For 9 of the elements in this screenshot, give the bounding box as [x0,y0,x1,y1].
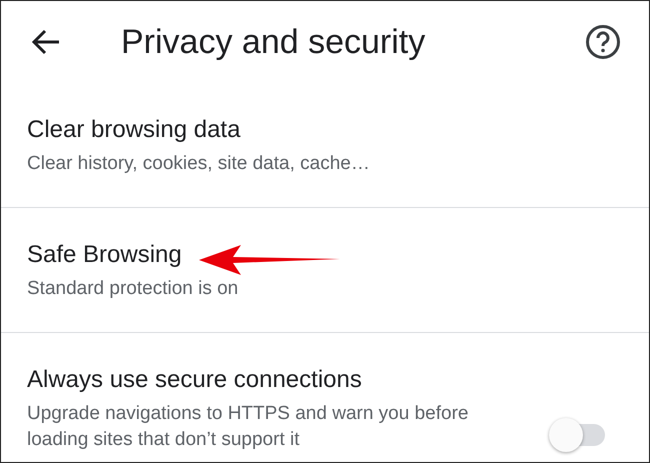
help-icon[interactable] [585,24,621,60]
setting-title[interactable]: Always use secure connections [27,365,547,395]
setting-title[interactable]: Clear browsing data [27,115,623,145]
setting-description: Upgrade navigations to HTTPS and warn you before loading sites that don’t support it [27,402,470,452]
setting-description: Clear history, cookies, site data, cache… [27,152,371,176]
page-title: Privacy and security [121,22,426,62]
setting-title[interactable]: Safe Browsing [27,240,623,270]
setting-description: Standard protection is on [27,277,240,301]
back-icon[interactable] [31,29,61,55]
